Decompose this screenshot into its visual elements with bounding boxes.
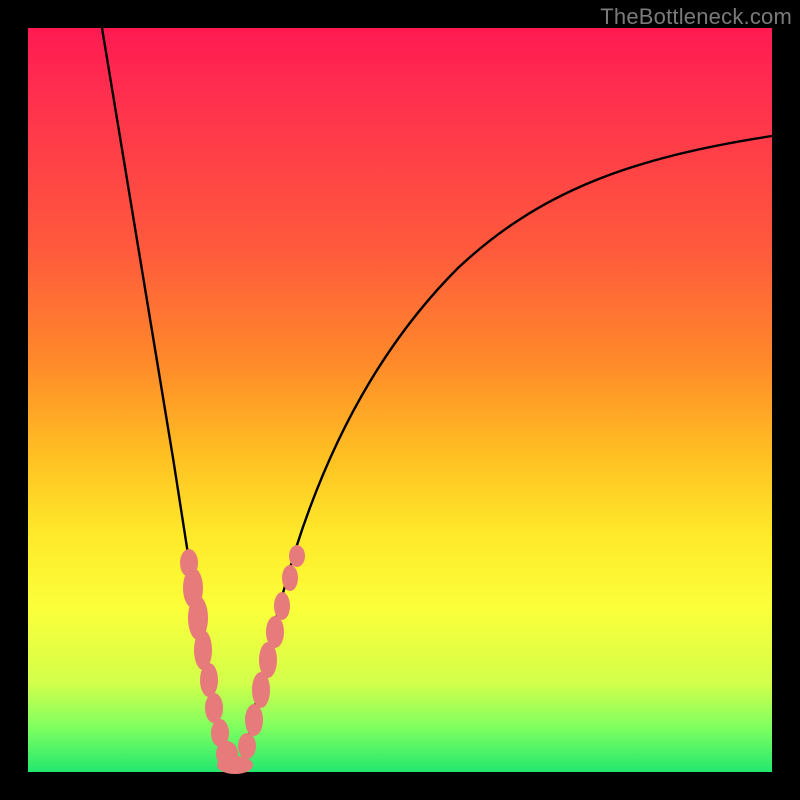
marker-cluster-right <box>238 545 305 759</box>
curve-right-branch <box>242 136 772 772</box>
watermark-text: TheBottleneck.com <box>600 4 792 30</box>
marker-cluster-left <box>180 549 238 767</box>
plot-area <box>28 28 772 772</box>
curve-layer <box>28 28 772 772</box>
chart-frame: TheBottleneck.com <box>0 0 800 800</box>
